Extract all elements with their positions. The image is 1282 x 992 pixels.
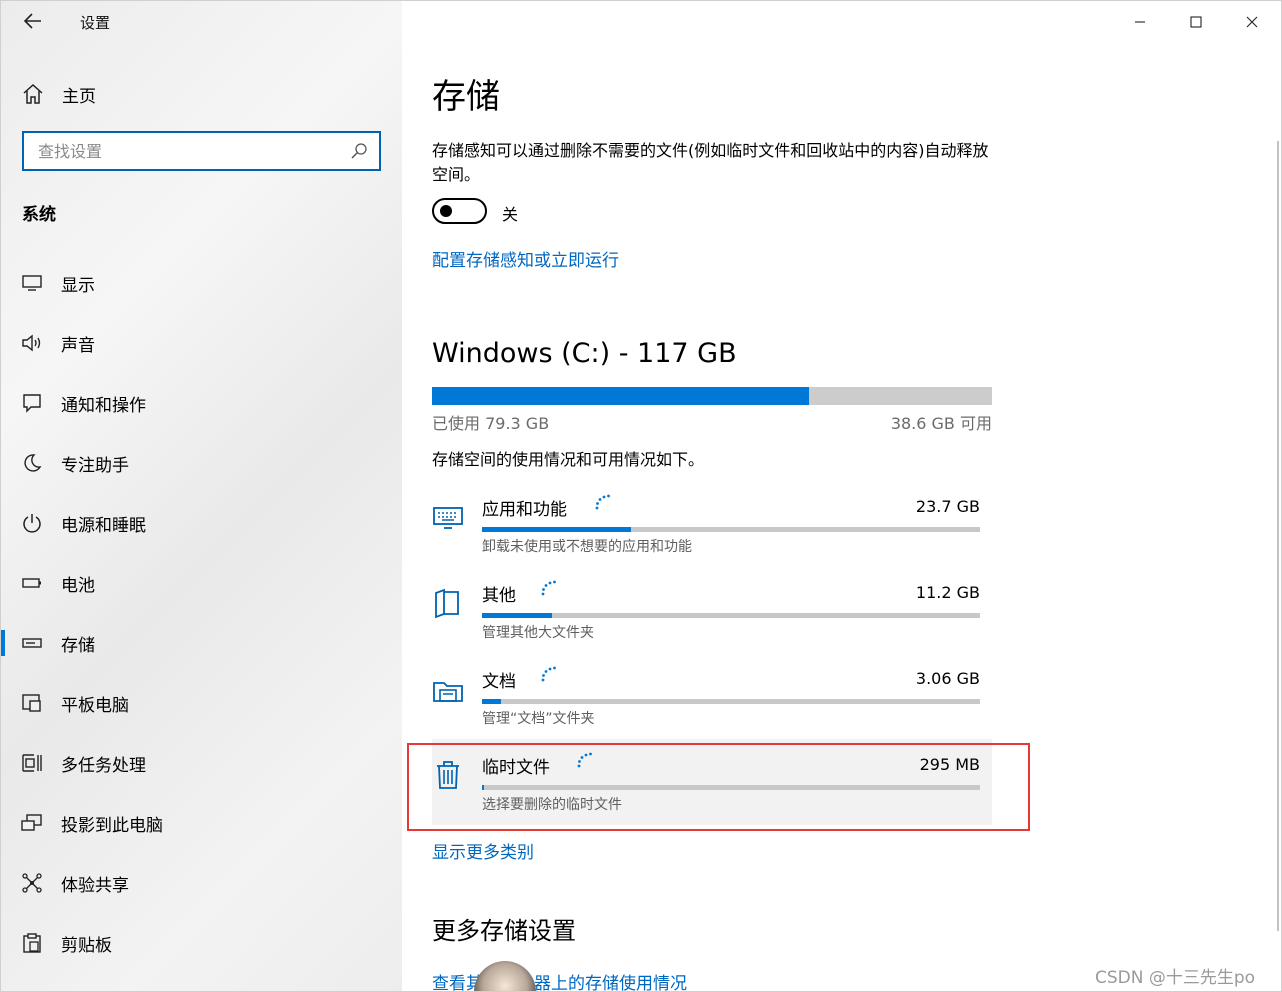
document-folder-icon bbox=[435, 588, 459, 619]
category-usage-fill bbox=[482, 613, 552, 618]
sidebar-item-sound[interactable]: 声音 bbox=[1, 313, 402, 373]
speaker-icon bbox=[21, 332, 43, 354]
sidebar-item-home[interactable]: 主页 bbox=[21, 79, 96, 109]
category-name: 文档 bbox=[482, 672, 516, 692]
category-usage-bar bbox=[482, 699, 980, 704]
search-icon[interactable] bbox=[349, 141, 369, 161]
sidebar-item-shared-experiences[interactable]: 体验共享 bbox=[1, 853, 402, 913]
page-title: 存储 bbox=[432, 77, 500, 117]
category-description: 卸载未使用或不想要的应用和功能 bbox=[482, 539, 692, 555]
drive-usage-fill bbox=[432, 387, 809, 405]
sidebar-item-focus-assist[interactable]: 专注助手 bbox=[1, 433, 402, 493]
close-button[interactable] bbox=[1239, 9, 1265, 35]
maximize-icon bbox=[1190, 16, 1202, 28]
category-size: 23.7 GB bbox=[915, 497, 980, 516]
sidebar-item-label: 显示 bbox=[61, 275, 95, 296]
loading-spinner-icon bbox=[541, 580, 556, 596]
app-title: 设置 bbox=[80, 14, 111, 32]
battery-icon bbox=[21, 572, 43, 594]
moon-icon bbox=[21, 452, 43, 474]
toggle-state-label: 关 bbox=[502, 205, 519, 224]
sidebar-item-display[interactable]: 显示 bbox=[1, 253, 402, 313]
home-icon bbox=[23, 83, 43, 104]
sidebar-item-label: 电池 bbox=[61, 575, 95, 596]
power-icon bbox=[21, 512, 43, 534]
category-description: 管理其他大文件夹 bbox=[482, 625, 594, 641]
sidebar-item-label: 专注助手 bbox=[61, 455, 129, 476]
sidebar-item-label: 通知和操作 bbox=[61, 395, 146, 416]
sidebar: 设置 主页 系统 显示 声音 通知和操作 专注 bbox=[1, 1, 402, 991]
category-size: 3.06 GB bbox=[915, 669, 980, 688]
category-name: 其他 bbox=[482, 586, 516, 606]
back-arrow-icon bbox=[23, 13, 41, 29]
drive-usage-bar bbox=[432, 387, 992, 405]
category-size: 11.2 GB bbox=[915, 583, 980, 602]
sidebar-item-label: 多任务处理 bbox=[61, 755, 146, 776]
configure-storage-sense-link[interactable]: 配置存储感知或立即运行 bbox=[432, 246, 619, 271]
category-apps[interactable]: 应用和功能 23.7 GB 卸载未使用或不想要的应用和功能 bbox=[432, 481, 992, 567]
notification-icon bbox=[21, 392, 43, 414]
category-documents[interactable]: 文档 3.06 GB 管理“文档”文件夹 bbox=[432, 653, 992, 739]
storage-sense-toggle[interactable] bbox=[432, 198, 487, 224]
display-icon bbox=[21, 272, 43, 294]
category-description: 管理“文档”文件夹 bbox=[482, 711, 595, 727]
project-icon bbox=[21, 812, 43, 834]
sidebar-item-project[interactable]: 投影到此电脑 bbox=[1, 793, 402, 853]
free-space-label: 38.6 GB 可用 bbox=[890, 414, 992, 433]
sidebar-item-label: 投影到此电脑 bbox=[61, 815, 163, 836]
sidebar-nav: 显示 声音 通知和操作 专注助手 电源和睡眠 电池 存储 平板电脑 多任务处理 … bbox=[1, 253, 402, 973]
documents-icon bbox=[433, 682, 463, 702]
category-usage-fill bbox=[482, 699, 501, 704]
home-label: 主页 bbox=[62, 86, 96, 107]
sidebar-item-clipboard[interactable]: 剪贴板 bbox=[1, 913, 402, 973]
storage-icon bbox=[21, 632, 43, 654]
maximize-button[interactable] bbox=[1183, 9, 1209, 35]
sidebar-item-battery[interactable]: 电池 bbox=[1, 553, 402, 613]
category-usage-bar bbox=[482, 527, 980, 532]
category-name: 应用和功能 bbox=[482, 500, 567, 520]
usage-description: 存储空间的使用情况和可用情况如下。 bbox=[432, 450, 705, 469]
sidebar-item-label: 剪贴板 bbox=[61, 935, 112, 956]
search-input[interactable] bbox=[24, 140, 349, 162]
annotation-highlight-box bbox=[407, 743, 1030, 831]
show-more-categories-link[interactable]: 显示更多类别 bbox=[432, 838, 534, 863]
sidebar-item-label: 体验共享 bbox=[61, 875, 129, 896]
keyboard-icon bbox=[433, 507, 463, 529]
sidebar-item-tablet[interactable]: 平板电脑 bbox=[1, 673, 402, 733]
category-other[interactable]: 其他 11.2 GB 管理其他大文件夹 bbox=[432, 567, 992, 653]
share-icon bbox=[21, 872, 43, 894]
sidebar-item-label: 平板电脑 bbox=[61, 695, 129, 716]
sidebar-item-power-sleep[interactable]: 电源和睡眠 bbox=[1, 493, 402, 553]
sidebar-item-label: 声音 bbox=[61, 335, 95, 356]
category-usage-bar bbox=[482, 613, 980, 618]
sidebar-item-storage[interactable]: 存储 bbox=[1, 613, 402, 673]
minimize-icon bbox=[1135, 21, 1145, 23]
main-content: 存储 存储感知可以通过删除不需要的文件(例如临时文件和回收站中的内容)自动释放空… bbox=[402, 1, 1281, 991]
sidebar-item-label: 电源和睡眠 bbox=[61, 515, 146, 536]
settings-window: 设置 主页 系统 显示 声音 通知和操作 专注 bbox=[0, 0, 1282, 992]
loading-spinner-icon bbox=[541, 666, 556, 682]
sidebar-item-label: 存储 bbox=[61, 635, 95, 656]
multitask-icon bbox=[21, 752, 43, 774]
minimize-button[interactable] bbox=[1127, 9, 1153, 35]
section-label-system: 系统 bbox=[22, 205, 56, 225]
back-button[interactable] bbox=[19, 9, 47, 35]
loading-spinner-icon bbox=[595, 494, 610, 510]
search-box[interactable] bbox=[22, 131, 381, 171]
drive-title: Windows (C:) - 117 GB bbox=[432, 338, 737, 369]
scrollbar[interactable] bbox=[1277, 141, 1279, 931]
sidebar-item-multitasking[interactable]: 多任务处理 bbox=[1, 733, 402, 793]
toggle-knob bbox=[440, 205, 452, 217]
watermark: CSDN @十三先生po bbox=[1095, 968, 1256, 988]
close-icon bbox=[1246, 16, 1258, 28]
other-drives-link[interactable]: 查看其他驱动器上的存储使用情况 bbox=[432, 969, 687, 991]
more-storage-settings-heading: 更多存储设置 bbox=[432, 917, 576, 945]
sidebar-item-notifications[interactable]: 通知和操作 bbox=[1, 373, 402, 433]
used-space-label: 已使用 79.3 GB bbox=[432, 414, 550, 433]
clipboard-icon bbox=[21, 932, 43, 954]
tablet-icon bbox=[21, 692, 43, 714]
category-usage-fill bbox=[482, 527, 632, 532]
storage-sense-description: 存储感知可以通过删除不需要的文件(例如临时文件和回收站中的内容)自动释放空间。 bbox=[432, 141, 989, 184]
